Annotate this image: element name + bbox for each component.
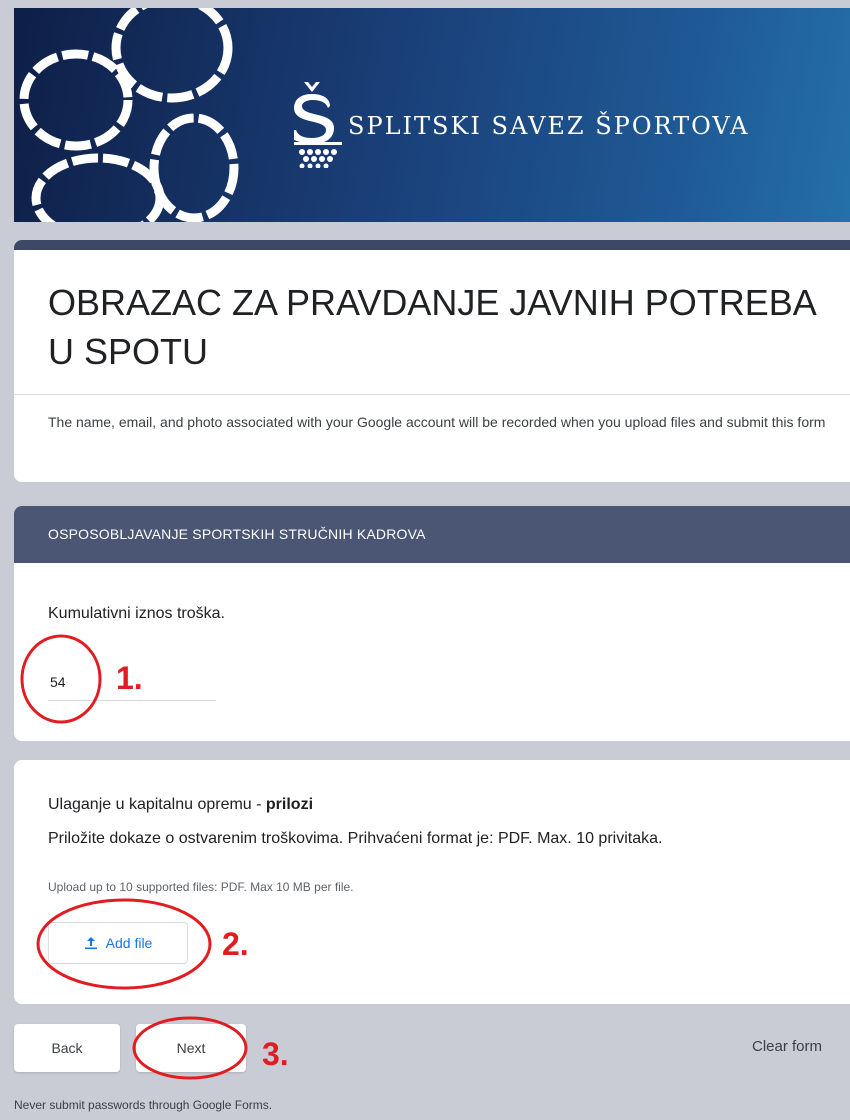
annotation-circle-1 [20, 634, 102, 724]
annotation-overlay [20, 634, 248, 1080]
annotation-label-2: 2. [222, 926, 249, 962]
annotation-circle-3 [132, 1016, 248, 1080]
annotation-label-1: 1. [116, 660, 143, 696]
annotation-circle-2 [36, 898, 212, 990]
annotation-label-3: 3. [262, 1036, 289, 1072]
